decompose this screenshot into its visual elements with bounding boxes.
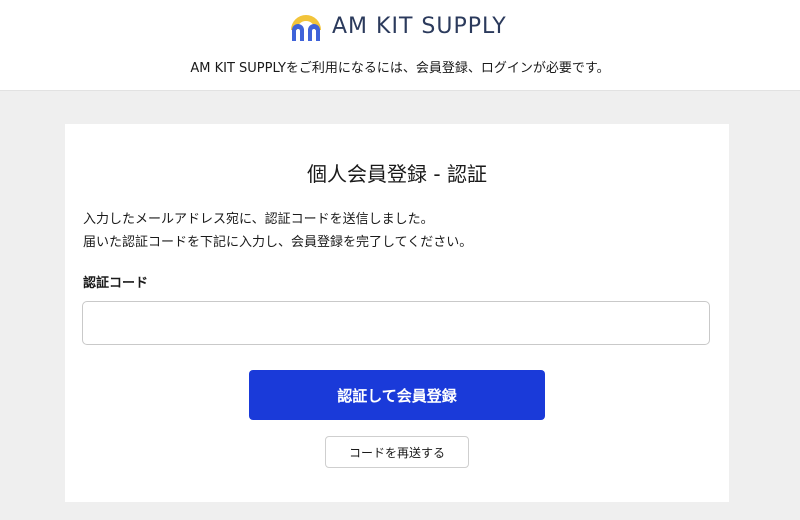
site-header: AM KIT SUPPLY AM KIT SUPPLYをご利用になるには、会員登… <box>0 0 800 91</box>
verification-description: 入力したメールアドレス宛に、認証コードを送信しました。 届いた認証コードを下記に… <box>83 208 472 254</box>
site-logo[interactable]: AM KIT SUPPLY <box>288 8 507 44</box>
logo-text: AM KIT SUPPLY <box>332 13 507 39</box>
description-line-2: 届いた認証コードを下記に入力し、会員登録を完了してください。 <box>83 235 473 250</box>
page-title: 個人会員登録 - 認証 <box>307 162 487 186</box>
login-required-notice: AM KIT SUPPLYをご利用になるには、会員登録、ログインが必要です。 <box>190 61 610 76</box>
verification-code-input[interactable] <box>82 301 710 345</box>
verify-and-register-button[interactable]: 認証して会員登録 <box>249 370 545 420</box>
resend-code-button[interactable]: コードを再送する <box>325 436 469 468</box>
description-line-1: 入力したメールアドレス宛に、認証コードを送信しました。 <box>83 212 434 227</box>
verification-code-label: 認証コード <box>83 276 149 291</box>
verification-card: 個人会員登録 - 認証 入力したメールアドレス宛に、認証コードを送信しました。 … <box>65 124 729 502</box>
arch-logo-icon <box>291 15 321 41</box>
